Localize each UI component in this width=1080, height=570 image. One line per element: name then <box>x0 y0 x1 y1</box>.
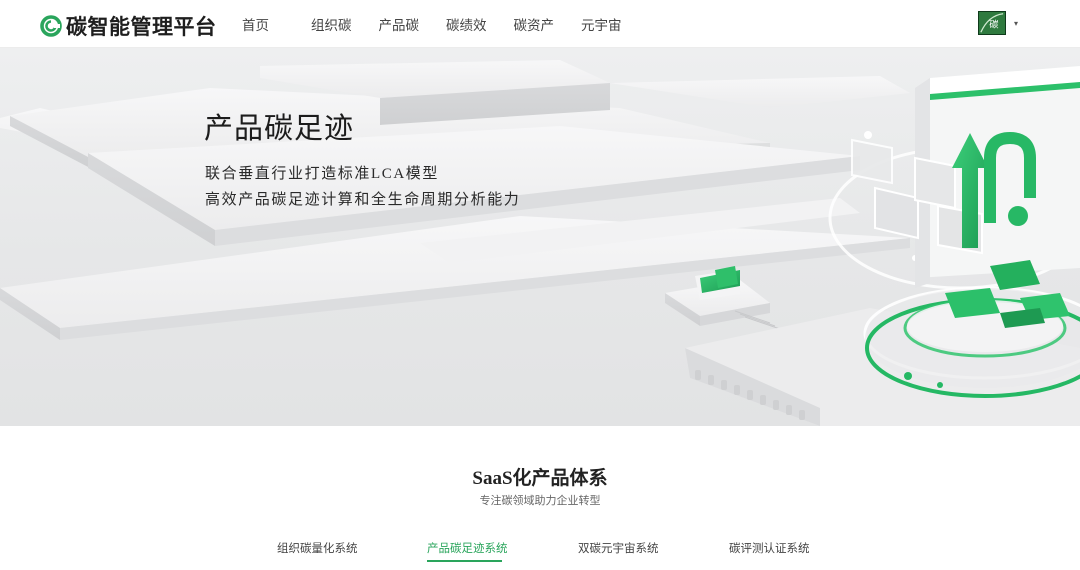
hero-subtitle-line-2: 高效产品碳足迹计算和全生命周期分析能力 <box>205 192 521 208</box>
tab-org-carbon-quantification[interactable]: 组织碳量化系统 <box>277 540 358 556</box>
user-menu[interactable]: 碳 ▾ <box>977 11 1018 35</box>
nav-home[interactable]: 首页 <box>242 14 269 34</box>
tab-carbon-certification[interactable]: 碳评测认证系统 <box>729 540 810 556</box>
active-tab-underline <box>427 560 502 562</box>
hero-illustration <box>0 60 1080 426</box>
top-header: 碳智能管理平台 首页 组织碳 产品碳 碳绩效 碳资产 元宇宙 碳 ▾ <box>0 0 1080 48</box>
section-title: SaaS化产品体系 <box>472 468 608 489</box>
section-subtitle: 专注碳领域助力企业转型 <box>479 495 601 507</box>
hero-banner: 产品碳足迹 联合垂直行业打造标准LCA模型 高效产品碳足迹计算和全生命周期分析能… <box>0 48 1080 426</box>
main-nav: 首页 组织碳 产品碳 碳绩效 碳资产 元宇宙 <box>242 0 649 48</box>
avatar[interactable]: 碳 <box>977 11 1006 35</box>
product-tabs: 组织碳量化系统 产品碳足迹系统 双碳元宇宙系统 碳评测认证系统 <box>0 534 1080 570</box>
hero-subtitle-line-1: 联合垂直行业打造标准LCA模型 <box>205 166 440 182</box>
chevron-down-icon[interactable]: ▾ <box>1014 19 1018 28</box>
green-c-icon <box>40 15 62 37</box>
tab-dual-carbon-metaverse[interactable]: 双碳元宇宙系统 <box>578 540 659 556</box>
nav-org-carbon[interactable]: 组织碳 <box>311 14 352 34</box>
nav-carbon-assets[interactable]: 碳资产 <box>514 14 555 34</box>
logo[interactable]: 碳智能管理平台 <box>40 11 217 41</box>
nav-carbon-performance[interactable]: 碳绩效 <box>446 14 487 34</box>
hero-title: 产品碳足迹 <box>204 113 355 145</box>
nav-metaverse[interactable]: 元宇宙 <box>581 14 622 34</box>
nav-product-carbon[interactable]: 产品碳 <box>379 14 420 34</box>
tab-product-carbon-footprint[interactable]: 产品碳足迹系统 <box>427 540 508 556</box>
logo-text: 碳智能管理平台 <box>66 16 217 39</box>
avatar-leaf-icon: 碳 <box>978 12 1005 34</box>
svg-text:碳: 碳 <box>989 19 999 31</box>
